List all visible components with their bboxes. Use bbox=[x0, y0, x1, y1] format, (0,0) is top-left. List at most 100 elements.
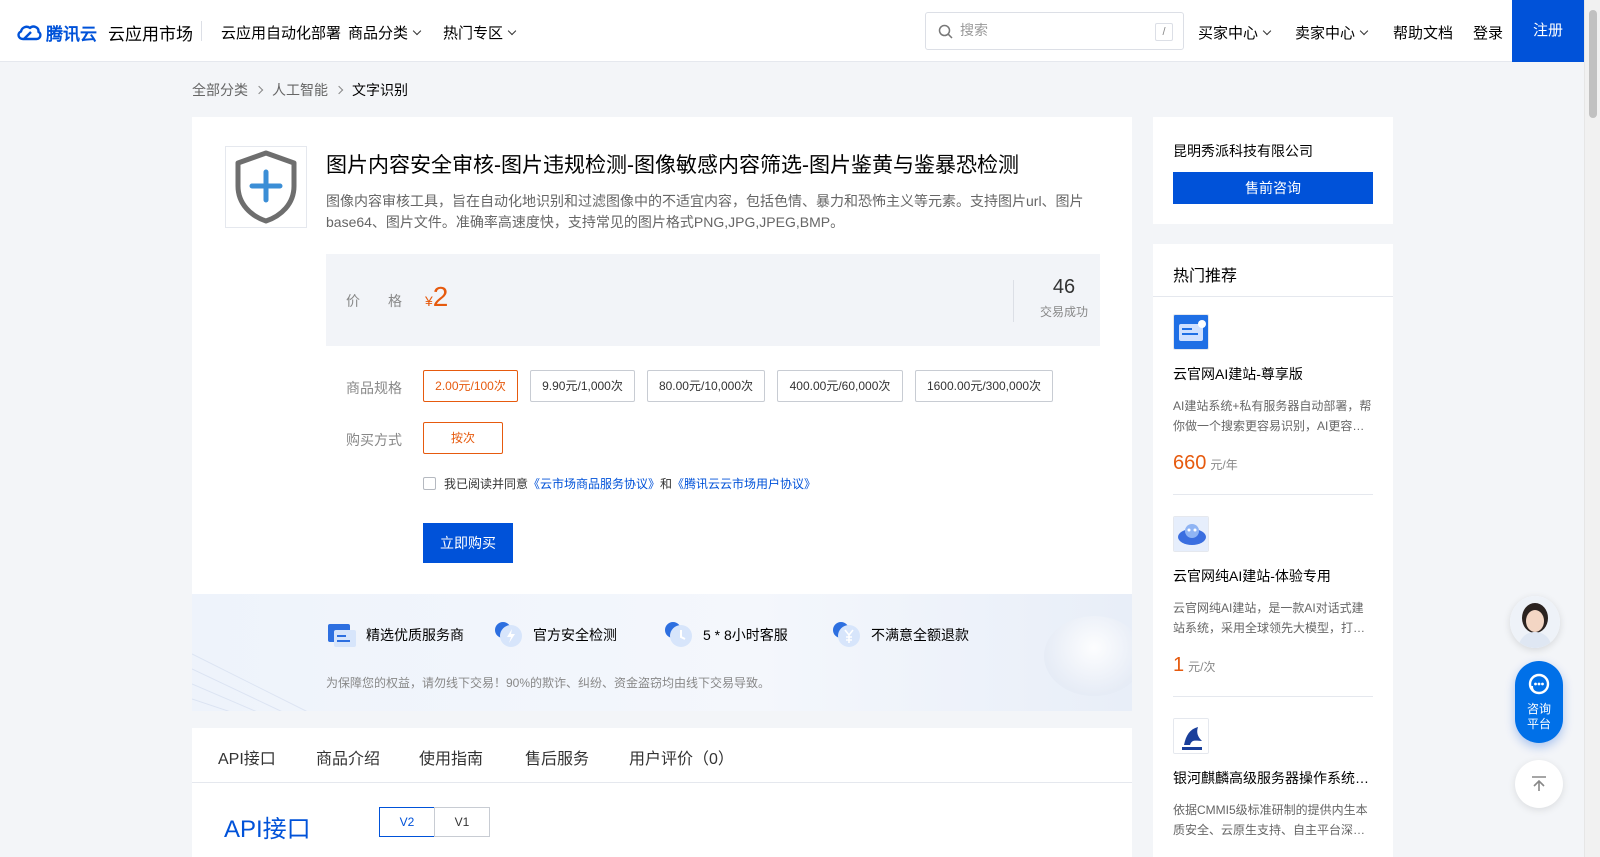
decorative-disc bbox=[1044, 616, 1132, 696]
service-agreement-link[interactable]: 《云市场商品服务协议》 bbox=[528, 477, 660, 491]
divider bbox=[1173, 696, 1373, 697]
price-panel: 价格 ¥2 46 交易成功 bbox=[326, 254, 1100, 346]
search-shortcut-key: / bbox=[1155, 23, 1173, 41]
user-agreement-link[interactable]: 《腾讯云云市场用户协议》 bbox=[672, 477, 816, 491]
page-scrollbar[interactable] bbox=[1584, 0, 1600, 857]
product-description: 图像内容审核工具，旨在自动化地识别和过滤图像中的不适宜内容，包括色情、暴力和恐怖… bbox=[326, 193, 1084, 230]
spec-option-2[interactable]: 9.90元/1,000次 bbox=[530, 370, 635, 402]
divider bbox=[1153, 296, 1393, 297]
hot-item-price-unit: 元/年 bbox=[1210, 458, 1238, 472]
tab-after-sales[interactable]: 售后服务 bbox=[525, 745, 589, 769]
hot-item-price-value: 660 bbox=[1173, 452, 1207, 474]
hot-item[interactable]: 云官网纯AI建站-体验专用 云官网纯AI建站，是一款AI对话式建站系统，采用全球… bbox=[1173, 516, 1373, 677]
hot-item[interactable]: 云官网AI建站-尊享版 AI建站系统+私有服务器自动部署，帮你做一个搜索更容易识… bbox=[1173, 314, 1373, 475]
hot-item-desc: 云官网纯AI建站，是一款AI对话式建站系统，采用全球领先大模型，打… bbox=[1173, 601, 1366, 635]
version-v2-button[interactable]: V2 bbox=[379, 807, 435, 837]
agreement-and: 和 bbox=[660, 477, 673, 491]
scrollbar-thumb[interactable] bbox=[1589, 10, 1597, 118]
chevron-right-icon bbox=[334, 85, 344, 95]
back-to-top-button[interactable] bbox=[1515, 760, 1563, 808]
arrow-up-icon bbox=[1532, 776, 1546, 791]
price-divider bbox=[1013, 280, 1014, 322]
spec-option-5[interactable]: 1600.00元/300,000次 bbox=[915, 370, 1053, 402]
hot-item-name: 云官网纯AI建站-体验专用 bbox=[1173, 568, 1331, 584]
hot-item-desc: AI建站系统+私有服务器自动部署，帮你做一个搜索更容易识别，AI更容… bbox=[1173, 399, 1372, 433]
yuan-badge-icon bbox=[833, 622, 860, 647]
chevron-down-icon bbox=[412, 26, 422, 35]
product-thumbnail bbox=[225, 146, 307, 228]
ai-robot-icon bbox=[1174, 517, 1208, 551]
hot-item-price-value: 1 bbox=[1173, 654, 1185, 676]
tab-usage-guide[interactable]: 使用指南 bbox=[419, 745, 483, 769]
nav-categories-label: 商品分类 bbox=[348, 25, 409, 42]
feature-label: 5 * 8小时客服 bbox=[703, 627, 788, 643]
price-value: ¥2 bbox=[425, 281, 448, 313]
vendor-name[interactable]: 昆明秀派科技有限公司 bbox=[1173, 141, 1313, 161]
assistant-avatar-icon bbox=[1510, 596, 1560, 648]
nav-login[interactable]: 登录 bbox=[1473, 22, 1503, 43]
top-navbar: 腾讯云 云应用市场 云应用自动化部署 商品分类 热门专区 / 买家中心 卖家中心… bbox=[0, 0, 1584, 62]
cloud-logo-icon bbox=[17, 24, 42, 40]
assistant-avatar[interactable] bbox=[1510, 596, 1560, 648]
nav-seller-center-label: 卖家中心 bbox=[1295, 25, 1356, 42]
buy-mode-per-call[interactable]: 按次 bbox=[423, 422, 503, 454]
tab-product-intro[interactable]: 商品介绍 bbox=[316, 745, 380, 769]
safety-note: 为保障您的权益，请勿线下交易！90%的欺诈、纠纷、资金盗窃均由线下交易导致。 bbox=[326, 676, 771, 690]
deals-count: 46 bbox=[1052, 276, 1076, 298]
currency-symbol: ¥ bbox=[425, 293, 433, 309]
guarantee-band: 精选优质服务商 官方安全检测 5 * 8小时客服 不满意全额退款 为保障您的权益… bbox=[192, 594, 1132, 711]
tab-user-reviews[interactable]: 用户评价（0） bbox=[629, 745, 734, 769]
clock-badge-icon bbox=[665, 622, 692, 647]
vendor-card-icon bbox=[328, 624, 356, 647]
chevron-down-icon bbox=[507, 26, 517, 35]
nav-buyer-center[interactable]: 买家中心 bbox=[1198, 22, 1272, 43]
hot-item-price-unit: 元/次 bbox=[1188, 660, 1216, 674]
nav-help-docs[interactable]: 帮助文档 bbox=[1393, 22, 1453, 43]
lightning-badge-icon bbox=[495, 622, 522, 647]
spec-option-1[interactable]: 2.00元/100次 bbox=[423, 370, 518, 402]
market-title[interactable]: 云应用市场 bbox=[108, 20, 193, 45]
agreement-row: 我已阅读并同意《云市场商品服务协议》和《腾讯云云市场用户协议》 bbox=[423, 475, 816, 492]
website-builder-icon bbox=[1174, 315, 1208, 349]
spec-option-4[interactable]: 400.00元/60,000次 bbox=[777, 370, 903, 402]
nav-auto-deploy[interactable]: 云应用自动化部署 bbox=[221, 22, 341, 43]
feature-refund: 不满意全额退款 bbox=[831, 621, 969, 649]
breadcrumb-all[interactable]: 全部分类 bbox=[192, 80, 248, 100]
api-section: API接口 V2 V1 bbox=[192, 783, 1132, 857]
nav-divider bbox=[201, 21, 202, 41]
spec-option-3[interactable]: 80.00元/10,000次 bbox=[647, 370, 765, 402]
nav-hot-zone[interactable]: 热门专区 bbox=[443, 22, 517, 43]
nav-auto-deploy-label: 云应用自动化部署 bbox=[221, 25, 342, 42]
nav-help-docs-label: 帮助文档 bbox=[1393, 25, 1454, 42]
nav-buyer-center-label: 买家中心 bbox=[1198, 25, 1259, 42]
agreement-checkbox[interactable] bbox=[423, 477, 436, 490]
hot-recommend-title: 热门推荐 bbox=[1173, 268, 1238, 285]
breadcrumb: 全部分类 人工智能 文字识别 bbox=[192, 80, 408, 100]
detail-tabs: API接口 商品介绍 使用指南 售后服务 用户评价（0） bbox=[192, 728, 1132, 783]
search-input[interactable] bbox=[960, 22, 1140, 38]
consult-platform-button[interactable]: 咨询 平台 bbox=[1515, 661, 1563, 743]
buy-now-button[interactable]: 立即购买 bbox=[423, 523, 513, 563]
hot-item[interactable]: 银河麒麟高级服务器操作系统… 依据CMMI5级标准研制的提供内生本质安全、云原生… bbox=[1173, 718, 1373, 857]
hot-item-name: 云官网AI建站-尊享版 bbox=[1173, 366, 1303, 382]
search-icon bbox=[938, 24, 953, 39]
hot-item-price: 660 元/年 bbox=[1173, 452, 1373, 475]
hot-item-price: 1 元/次 bbox=[1173, 654, 1373, 677]
nav-categories[interactable]: 商品分类 bbox=[348, 22, 422, 43]
presales-consult-button[interactable]: 售前咨询 bbox=[1173, 172, 1373, 204]
divider bbox=[1173, 494, 1373, 495]
breadcrumb-ai[interactable]: 人工智能 bbox=[272, 80, 328, 100]
nav-seller-center[interactable]: 卖家中心 bbox=[1295, 22, 1369, 43]
version-v1-button[interactable]: V1 bbox=[434, 807, 490, 837]
price-label: 价格 bbox=[346, 293, 430, 309]
tencent-cloud-logo[interactable]: 腾讯云 bbox=[16, 20, 97, 45]
register-button[interactable]: 注册 bbox=[1512, 0, 1584, 62]
tab-api[interactable]: API接口 bbox=[218, 745, 276, 769]
search-box[interactable]: / bbox=[925, 12, 1184, 50]
buy-mode-label: 购买方式 bbox=[346, 432, 402, 448]
chevron-down-icon bbox=[1262, 26, 1272, 35]
nav-hot-zone-label: 热门专区 bbox=[443, 25, 504, 42]
breadcrumb-current: 文字识别 bbox=[352, 82, 408, 98]
hot-item-desc: 依据CMMI5级标准研制的提供内生本质安全、云原生支持、自主平台深… bbox=[1173, 803, 1368, 837]
chevron-right-icon bbox=[254, 85, 264, 95]
